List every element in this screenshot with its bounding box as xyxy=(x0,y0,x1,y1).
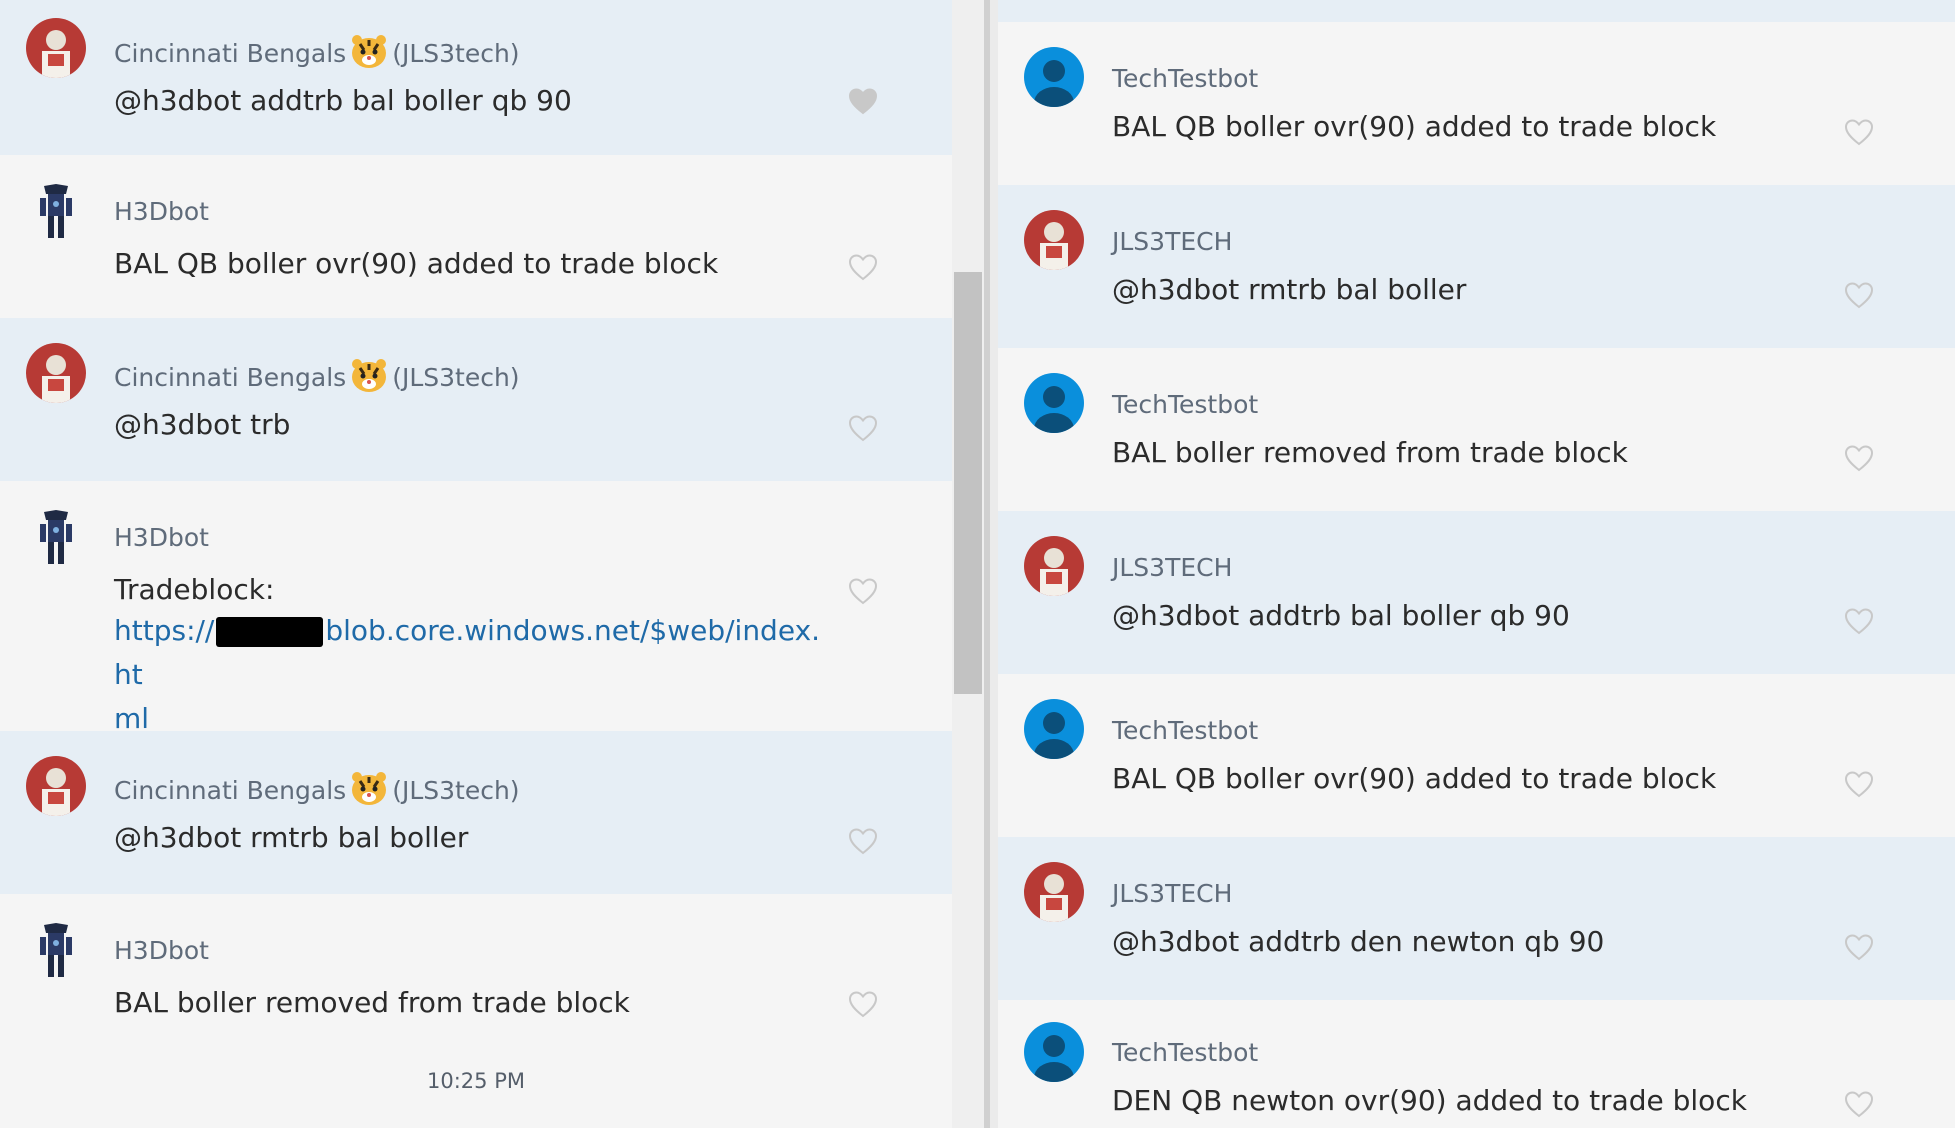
message-text: Tradeblock: xyxy=(114,573,275,606)
left-chat-pane: Cincinnati Bengals (JLS3tech) @h3dbot add… xyxy=(0,0,952,1128)
chat-message: Cincinnati Bengals (JLS3tech) @h3dbot trb xyxy=(0,318,952,481)
heart-icon[interactable] xyxy=(1844,444,1874,474)
heart-icon[interactable] xyxy=(848,253,878,283)
chat-message: TechTestbot BAL QB boller ovr(90) added … xyxy=(998,22,1955,185)
heart-icon[interactable] xyxy=(1844,607,1874,637)
chat-message: JLS3TECH @h3dbot addtrb bal boller qb 90 xyxy=(998,511,1955,674)
message-text: DEN QB newton ovr(90) added to trade blo… xyxy=(1112,1084,1747,1117)
tradeblock-link[interactable]: https://blob.core.windows.net/$web/index… xyxy=(114,609,834,741)
heart-icon[interactable] xyxy=(848,990,878,1020)
message-author: TechTestbot xyxy=(1112,716,1259,745)
heart-icon[interactable] xyxy=(1844,933,1874,963)
heart-icon[interactable] xyxy=(1844,1090,1874,1120)
message-author: TechTestbot xyxy=(1112,1038,1259,1067)
tiger-face-icon xyxy=(350,771,388,813)
scrollbar[interactable] xyxy=(952,0,984,1128)
message-text: BAL QB boller ovr(90) added to trade blo… xyxy=(114,247,719,280)
user-avatar[interactable] xyxy=(1024,536,1084,596)
message-text: @h3dbot addtrb bal boller qb 90 xyxy=(1112,599,1570,632)
user-avatar[interactable] xyxy=(26,756,86,816)
user-avatar[interactable] xyxy=(1024,862,1084,922)
heart-icon[interactable] xyxy=(848,414,878,444)
message-author: JLS3TECH xyxy=(1112,227,1233,256)
message-author: Cincinnati Bengals (JLS3tech) xyxy=(114,771,520,813)
robot-avatar-icon[interactable] xyxy=(26,180,86,240)
message-text: BAL QB boller ovr(90) added to trade blo… xyxy=(1112,110,1717,143)
user-avatar[interactable] xyxy=(26,343,86,403)
robot-avatar-icon[interactable] xyxy=(26,506,86,566)
message-author: Cincinnati Bengals (JLS3tech) xyxy=(114,34,520,76)
heart-icon[interactable] xyxy=(848,87,878,117)
chat-message: H3Dbot Tradeblock: https://blob.core.win… xyxy=(0,481,952,735)
user-avatar[interactable] xyxy=(26,18,86,78)
chat-message: TechTestbot BAL boller removed from trad… xyxy=(998,348,1955,511)
user-avatar[interactable] xyxy=(1024,210,1084,270)
heart-icon[interactable] xyxy=(1844,118,1874,148)
message-text: @h3dbot addtrb bal boller qb 90 xyxy=(114,84,572,117)
pane-divider[interactable] xyxy=(984,0,990,1128)
scrollbar-thumb[interactable] xyxy=(954,272,982,694)
person-avatar-icon[interactable] xyxy=(1024,1022,1084,1082)
chat-message: TechTestbot BAL QB boller ovr(90) added … xyxy=(998,674,1955,837)
message-author: JLS3TECH xyxy=(1112,553,1233,582)
robot-avatar-icon[interactable] xyxy=(26,919,86,979)
message-text: @h3dbot rmtrb bal boller xyxy=(1112,273,1467,306)
heart-icon[interactable] xyxy=(848,827,878,857)
chat-message: H3Dbot BAL QB boller ovr(90) added to tr… xyxy=(0,155,952,318)
message-author: TechTestbot xyxy=(1112,64,1259,93)
right-chat-pane: TechTestbot BAL QB boller ovr(90) added … xyxy=(998,0,1955,1128)
message-text: @h3dbot rmtrb bal boller xyxy=(114,821,469,854)
timestamp: 10:25 PM xyxy=(427,1069,525,1093)
message-author: H3Dbot xyxy=(114,197,209,226)
chat-message: Cincinnati Bengals (JLS3tech) @h3dbot add… xyxy=(0,0,952,155)
message-author: TechTestbot xyxy=(1112,390,1259,419)
message-author: H3Dbot xyxy=(114,936,209,965)
message-author: JLS3TECH xyxy=(1112,879,1233,908)
chat-message: TechTestbot DEN QB newton ovr(90) added … xyxy=(998,1000,1955,1128)
message-text: BAL boller removed from trade block xyxy=(1112,436,1628,469)
person-avatar-icon[interactable] xyxy=(1024,699,1084,759)
heart-icon[interactable] xyxy=(1844,770,1874,800)
message-text: @h3dbot addtrb den newton qb 90 xyxy=(1112,925,1605,958)
tiger-face-icon xyxy=(350,34,388,76)
redaction-mark xyxy=(216,617,324,647)
person-avatar-icon[interactable] xyxy=(1024,373,1084,433)
chat-message: JLS3TECH @h3dbot addtrb den newton qb 90 xyxy=(998,837,1955,1000)
message-author: Cincinnati Bengals (JLS3tech) xyxy=(114,358,520,400)
person-avatar-icon[interactable] xyxy=(1024,47,1084,107)
message-author: H3Dbot xyxy=(114,523,209,552)
heart-icon[interactable] xyxy=(848,577,878,607)
heart-icon[interactable] xyxy=(1844,281,1874,311)
message-text: BAL boller removed from trade block xyxy=(114,986,630,1019)
chat-message: Cincinnati Bengals (JLS3tech) @h3dbot rmt… xyxy=(0,731,952,894)
message-text: @h3dbot trb xyxy=(114,408,291,441)
chat-message: H3Dbot BAL boller removed from trade blo… xyxy=(0,894,952,1054)
previous-message-edge xyxy=(998,0,1955,22)
chat-message: JLS3TECH @h3dbot rmtrb bal boller xyxy=(998,185,1955,348)
message-text: BAL QB boller ovr(90) added to trade blo… xyxy=(1112,762,1717,795)
tiger-face-icon xyxy=(350,358,388,400)
